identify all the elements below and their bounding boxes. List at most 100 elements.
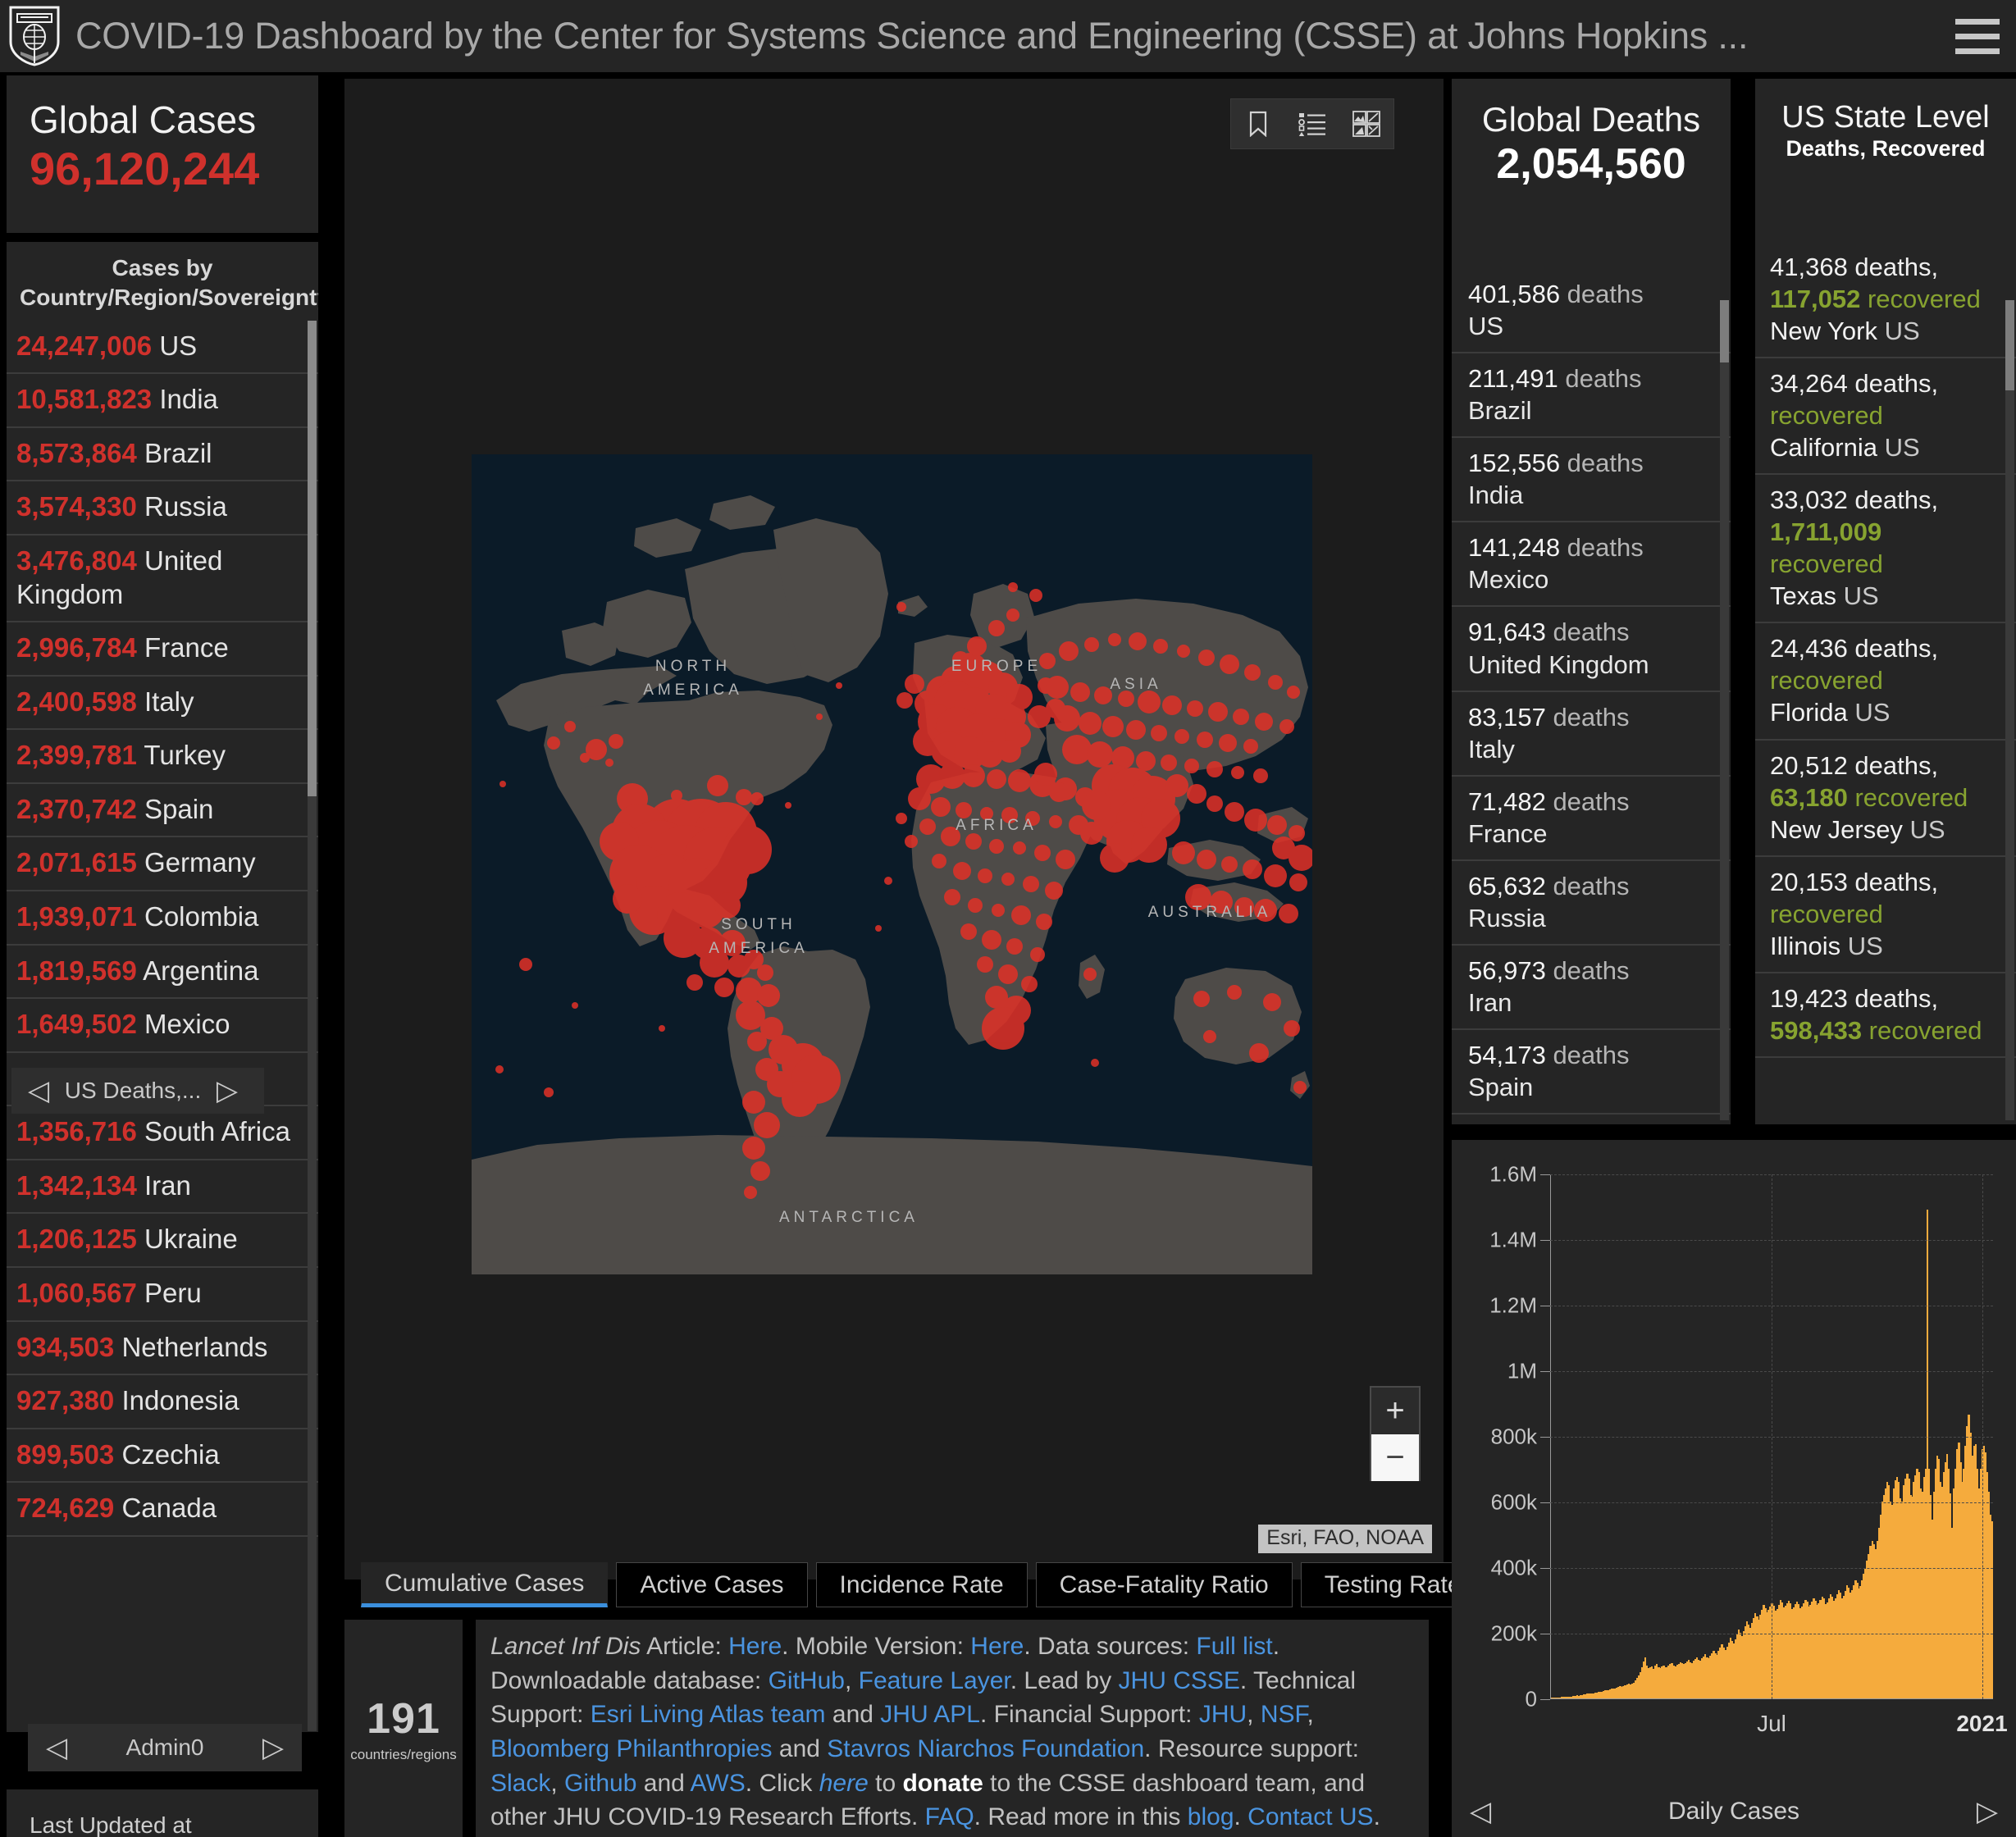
link-full-list[interactable]: Full list <box>1196 1633 1272 1660</box>
us-state-row[interactable]: 41,368 deaths, 117,052 recovered New York… <box>1755 242 2016 359</box>
link-contact-us[interactable]: Contact US <box>1247 1803 1373 1830</box>
admin0-nav[interactable]: ◁ Admin0 ▷ <box>28 1724 302 1771</box>
us-state-scrollbar[interactable] <box>2005 300 2014 1120</box>
global-deaths-scroll-thumb[interactable] <box>1720 300 1729 362</box>
global-death-row[interactable]: 56,973 deaths Iran <box>1452 946 1731 1030</box>
map-layer-tabs[interactable]: Cumulative Cases Active Cases Incidence Ra… <box>361 1562 1494 1607</box>
zoom-out-button[interactable]: − <box>1371 1434 1419 1481</box>
country-case-row[interactable]: 1,356,716 South Africa <box>7 1106 318 1160</box>
basemap-grid-icon[interactable] <box>1339 99 1393 148</box>
global-death-row[interactable]: 141,248 deaths Mexico <box>1452 522 1731 608</box>
country-case-row[interactable]: 3,574,330 Russia <box>7 481 318 536</box>
country-case-row[interactable]: 724,629 Canada <box>7 1483 318 1537</box>
country-case-row[interactable]: 934,503 Netherlands <box>7 1322 318 1376</box>
tab-active-cases[interactable]: Active Cases <box>616 1562 808 1607</box>
us-state-level-panel[interactable]: US State Level Deaths, Recovered 41,368 … <box>1755 79 2016 1124</box>
us-state-next-icon[interactable]: ▷ <box>217 1077 238 1105</box>
state-death-count: 20,512 deaths, <box>1770 750 1939 780</box>
global-death-row[interactable]: 401,586 deaths US <box>1452 269 1731 354</box>
link-esri-living-atlas[interactable]: Esri Living Atlas team <box>591 1701 826 1728</box>
us-state-prev-icon[interactable]: ◁ <box>28 1077 49 1105</box>
global-death-row[interactable]: 83,157 deaths Italy <box>1452 692 1731 777</box>
chart-prev-icon[interactable]: ◁ <box>1470 1798 1491 1826</box>
country-case-row[interactable]: 1,649,502 Mexico <box>7 999 318 1053</box>
us-state-row[interactable]: 20,512 deaths, 63,180 recovered New Jerse… <box>1755 741 2016 857</box>
global-deaths-scrollbar[interactable] <box>1720 300 1729 1120</box>
global-death-row[interactable]: 54,173 deaths Spain <box>1452 1030 1731 1115</box>
link-jhu-apl[interactable]: JHU APL <box>880 1701 980 1728</box>
link-github[interactable]: Github <box>564 1770 636 1797</box>
link-here-donate[interactable]: here <box>819 1770 869 1797</box>
map-zoom-controls[interactable]: + − <box>1370 1386 1421 1481</box>
cases-by-country-panel[interactable]: Cases by Country/Region/Sovereignty 24,2… <box>7 242 318 1732</box>
link-jhu[interactable]: JHU <box>1199 1701 1247 1728</box>
us-state-row[interactable]: 34,264 deaths, recovered California US <box>1755 358 2016 476</box>
tab-incidence-rate[interactable]: Incidence Rate <box>815 1562 1028 1607</box>
link-nsf[interactable]: NSF <box>1261 1701 1307 1728</box>
global-deaths-panel[interactable]: Global Deaths 2,054,560 401,586 deaths US… <box>1452 79 1731 1124</box>
global-death-row[interactable]: 211,491 deaths Brazil <box>1452 353 1731 439</box>
link-here-mobile[interactable]: Here <box>970 1633 1024 1660</box>
global-death-row[interactable]: 152,556 deaths India <box>1452 438 1731 523</box>
link-aws[interactable]: AWS <box>691 1770 746 1797</box>
link-jhu-csse[interactable]: JHU CSSE <box>1119 1667 1240 1694</box>
world-map[interactable]: NORTH AMERICA SOUTH AMERICA EUROPE AFRICA … <box>472 454 1312 1274</box>
link-stavros-niarchos[interactable]: Stavros Niarchos Foundation <box>827 1735 1144 1762</box>
link-github-db[interactable]: GitHub <box>769 1667 845 1694</box>
link-here-article[interactable]: Here <box>728 1633 782 1660</box>
country-case-name: Indonesia <box>114 1385 239 1416</box>
link-faq[interactable]: FAQ <box>925 1803 974 1830</box>
country-case-row[interactable]: 2,071,615 Germany <box>7 837 318 892</box>
us-state-row[interactable]: 33,032 deaths, 1,711,009 recovered Texas … <box>1755 475 2016 624</box>
hamburger-menu-icon[interactable] <box>1926 0 2016 72</box>
us-state-row[interactable]: 24,436 deaths, recovered Florida US <box>1755 623 2016 741</box>
link-bloomberg[interactable]: Bloomberg Philanthropies <box>490 1735 773 1762</box>
link-slack[interactable]: Slack <box>490 1770 550 1797</box>
global-deaths-list[interactable]: 401,586 deaths US 211,491 deaths Brazil 152,… <box>1452 269 1731 1124</box>
cases-list-scrollbar[interactable] <box>308 321 317 1731</box>
chart-nav[interactable]: ◁ Daily Cases ▷ <box>1452 1786 2016 1837</box>
state-recovered-count: 63,180 <box>1770 782 1855 812</box>
global-death-row[interactable]: 91,643 deaths United Kingdom <box>1452 607 1731 692</box>
us-state-row[interactable]: 20,153 deaths, recovered Illinois US <box>1755 857 2016 973</box>
death-unit-word: deaths <box>1560 533 1644 563</box>
country-case-row[interactable]: 3,476,804 United Kingdom <box>7 536 318 623</box>
state-death-count: 34,264 deaths, <box>1770 369 1939 399</box>
link-feature-layer[interactable]: Feature Layer <box>859 1667 1010 1694</box>
us-state-nav[interactable]: ◁ US Deaths,... ▷ <box>11 1068 254 1114</box>
tab-cumulative-cases[interactable]: Cumulative Cases <box>361 1562 609 1607</box>
admin0-prev-icon[interactable]: ◁ <box>46 1734 67 1762</box>
country-case-row[interactable]: 1,819,569 Argentina <box>7 946 318 1000</box>
country-case-row[interactable]: 899,503 Czechia <box>7 1429 318 1484</box>
us-state-scroll-thumb[interactable] <box>2005 300 2014 390</box>
country-case-row[interactable]: 1,060,567 Peru <box>7 1268 318 1322</box>
country-case-row[interactable]: 10,581,823 India <box>7 374 318 428</box>
daily-cases-chart-panel[interactable]: 0 200k 400k 600k 800k 1M 1.2M 1.4M 1.6M Jul 2021 ◁… <box>1452 1140 2016 1837</box>
country-case-row[interactable]: 1,939,071 Colombia <box>7 891 318 946</box>
legend-list-icon[interactable] <box>1285 99 1339 148</box>
admin0-next-icon[interactable]: ▷ <box>262 1734 284 1762</box>
country-case-row[interactable]: 8,573,864 Brazil <box>7 428 318 482</box>
country-case-row[interactable]: 24,247,006 US <box>7 321 318 375</box>
country-case-row[interactable]: 1,206,125 Ukraine <box>7 1214 318 1269</box>
map-panel[interactable]: NORTH AMERICA SOUTH AMERICA EUROPE AFRICA … <box>344 79 1444 1579</box>
us-state-list[interactable]: 41,368 deaths, 117,052 recovered New York… <box>1755 242 2016 1058</box>
country-case-row[interactable]: 2,996,784 France <box>7 622 318 677</box>
chart-next-icon[interactable]: ▷ <box>1977 1798 1998 1826</box>
cases-by-country-list[interactable]: 24,247,006 US 10,581,823 India 8,573,864 B… <box>7 321 318 1537</box>
global-death-row[interactable]: 65,632 deaths Russia <box>1452 861 1731 946</box>
bookmark-icon[interactable] <box>1231 99 1285 148</box>
zoom-in-button[interactable]: + <box>1371 1388 1419 1434</box>
country-case-row[interactable]: 2,400,598 Italy <box>7 677 318 731</box>
country-case-row[interactable]: 1,342,134 Iran <box>7 1160 318 1215</box>
country-case-row[interactable]: 2,399,781 Turkey <box>7 730 318 784</box>
link-blog[interactable]: blog <box>1188 1803 1234 1830</box>
us-state-row[interactable]: 19,423 deaths, 598,433 recovered <box>1755 973 2016 1058</box>
map-toolbar[interactable] <box>1230 98 1394 149</box>
country-case-row[interactable]: 927,380 Indonesia <box>7 1375 318 1429</box>
global-death-row[interactable]: 48,402 deaths <box>1452 1115 1731 1124</box>
tab-case-fatality-ratio[interactable]: Case-Fatality Ratio <box>1035 1562 1293 1607</box>
global-death-row[interactable]: 71,482 deaths France <box>1452 777 1731 861</box>
country-case-row[interactable]: 2,370,742 Spain <box>7 784 318 838</box>
cases-list-scroll-thumb[interactable] <box>308 321 317 796</box>
